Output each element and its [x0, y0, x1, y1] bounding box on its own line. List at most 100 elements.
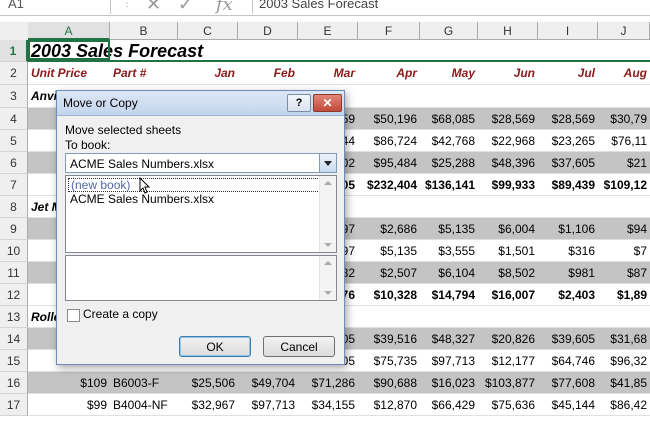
- cell-i10[interactable]: $316: [538, 240, 598, 261]
- row-header-16[interactable]: 16: [0, 372, 28, 394]
- cell-h7[interactable]: $99,933: [478, 174, 538, 195]
- cell-e17[interactable]: $34,155: [298, 394, 358, 415]
- cell-f10[interactable]: $5,135: [358, 240, 420, 261]
- cell-g16[interactable]: $16,023: [420, 372, 478, 393]
- row-header-17[interactable]: 17: [0, 394, 28, 416]
- cell-j14[interactable]: $31,68: [598, 328, 650, 349]
- cell-a2[interactable]: Unit Price: [28, 62, 110, 84]
- column-header-d[interactable]: D: [238, 22, 298, 40]
- cell-g2[interactable]: May: [420, 62, 478, 84]
- row-header-1[interactable]: 1: [0, 40, 28, 62]
- cancel-formula-icon[interactable]: ✕: [146, 0, 161, 15]
- cell-i5[interactable]: $23,265: [538, 130, 598, 151]
- row-header-5[interactable]: 5: [0, 130, 28, 152]
- cell-b17[interactable]: B4004-NF: [110, 394, 178, 415]
- cell-f17[interactable]: $12,870: [358, 394, 420, 415]
- cell-b2[interactable]: Part #: [110, 62, 178, 84]
- cell-f14[interactable]: $39,516: [358, 328, 420, 349]
- cell-f2[interactable]: Apr: [358, 62, 420, 84]
- column-header-g[interactable]: G: [420, 22, 478, 40]
- cell-g6[interactable]: $25,288: [420, 152, 478, 173]
- cell-j6[interactable]: $21: [598, 152, 650, 173]
- fx-icon[interactable]: fx: [216, 0, 233, 15]
- cell-h6[interactable]: $48,396: [478, 152, 538, 173]
- column-header-f[interactable]: F: [358, 22, 420, 40]
- cell-d17[interactable]: $97,713: [238, 394, 298, 415]
- cell-i9[interactable]: $1,106: [538, 218, 598, 239]
- column-header-b[interactable]: B: [110, 22, 178, 40]
- cell-a16[interactable]: $109: [28, 372, 110, 393]
- row-header-8[interactable]: 8: [0, 196, 28, 218]
- cell-h2[interactable]: Jun: [478, 62, 538, 84]
- row-header-2[interactable]: 2: [0, 62, 28, 85]
- close-button[interactable]: ✕: [313, 94, 342, 112]
- cell-h11[interactable]: $8,502: [478, 262, 538, 283]
- list-scrollbar[interactable]: [319, 176, 336, 252]
- cell-h9[interactable]: $6,004: [478, 218, 538, 239]
- cell-j9[interactable]: $94: [598, 218, 650, 239]
- cell-f9[interactable]: $2,686: [358, 218, 420, 239]
- column-header-i[interactable]: I: [538, 22, 598, 40]
- cell-j15[interactable]: $96,32: [598, 350, 650, 371]
- cell-h16[interactable]: $103,877: [478, 372, 538, 393]
- cell-j10[interactable]: $7: [598, 240, 650, 261]
- cell-c17[interactable]: $32,967: [178, 394, 238, 415]
- cell-f6[interactable]: $95,484: [358, 152, 420, 173]
- cell-i16[interactable]: $77,608: [538, 372, 598, 393]
- cell-h10[interactable]: $1,501: [478, 240, 538, 261]
- cell-f7[interactable]: $232,404: [358, 174, 420, 195]
- cell-g17[interactable]: $66,429: [420, 394, 478, 415]
- name-box[interactable]: A1: [0, 0, 111, 14]
- help-button[interactable]: ?: [287, 94, 311, 112]
- cell-j4[interactable]: $30,79: [598, 108, 650, 129]
- enter-formula-icon[interactable]: ✓: [178, 0, 193, 15]
- cell-f11[interactable]: $2,507: [358, 262, 420, 283]
- cell-j2[interactable]: Aug: [598, 62, 650, 84]
- row-header-13[interactable]: 13: [0, 306, 28, 328]
- cell-g14[interactable]: $48,327: [420, 328, 478, 349]
- cell-i11[interactable]: $981: [538, 262, 598, 283]
- cell-i7[interactable]: $89,439: [538, 174, 598, 195]
- select-all-corner[interactable]: [0, 22, 29, 41]
- dialog-titlebar[interactable]: Move or Copy ? ✕: [57, 91, 344, 116]
- cell-f12[interactable]: $10,328: [358, 284, 420, 305]
- before-sheet-list[interactable]: [65, 255, 337, 301]
- chevron-down-icon[interactable]: [319, 154, 336, 172]
- cell-a17[interactable]: $99: [28, 394, 110, 415]
- cell-i6[interactable]: $37,605: [538, 152, 598, 173]
- cell-f16[interactable]: $90,688: [358, 372, 420, 393]
- book-option-acme[interactable]: ACME Sales Numbers.xlsx: [68, 192, 320, 206]
- cell-d2[interactable]: Feb: [238, 62, 298, 84]
- formula-input[interactable]: 2003 Sales Forecast: [252, 0, 650, 14]
- column-header-c[interactable]: C: [178, 22, 238, 40]
- row-header-4[interactable]: 4: [0, 108, 28, 130]
- cell-i15[interactable]: $64,746: [538, 350, 598, 371]
- row-header-10[interactable]: 10: [0, 240, 28, 262]
- cell-j7[interactable]: $109,12: [598, 174, 650, 195]
- cell-d16[interactable]: $49,704: [238, 372, 298, 393]
- book-option-new-book[interactable]: (new book): [68, 178, 320, 192]
- cell-i2[interactable]: Jul: [538, 62, 598, 84]
- cancel-button[interactable]: Cancel: [263, 336, 335, 357]
- cell-h5[interactable]: $22,968: [478, 130, 538, 151]
- cell-g10[interactable]: $3,555: [420, 240, 478, 261]
- cell-g11[interactable]: $6,104: [420, 262, 478, 283]
- row-header-14[interactable]: 14: [0, 328, 28, 350]
- cell-i17[interactable]: $45,144: [538, 394, 598, 415]
- cell-f4[interactable]: $50,196: [358, 108, 420, 129]
- row-header-3[interactable]: 3: [0, 85, 28, 108]
- cell-h15[interactable]: $12,177: [478, 350, 538, 371]
- cell-i14[interactable]: $39,605: [538, 328, 598, 349]
- cell-h14[interactable]: $20,826: [478, 328, 538, 349]
- column-header-j[interactable]: J: [598, 22, 650, 40]
- cell-e2[interactable]: Mar: [298, 62, 358, 84]
- to-book-dropdown[interactable]: ACME Sales Numbers.xlsx: [65, 153, 337, 173]
- row-header-7[interactable]: 7: [0, 174, 28, 196]
- cell-f15[interactable]: $75,735: [358, 350, 420, 371]
- cell-j12[interactable]: $1,89: [598, 284, 650, 305]
- cell-j5[interactable]: $76,11: [598, 130, 650, 151]
- cell-g4[interactable]: $68,085: [420, 108, 478, 129]
- cell-c16[interactable]: $25,506: [178, 372, 238, 393]
- scroll-down-icon[interactable]: [324, 291, 332, 295]
- cell-j16[interactable]: $41,85: [598, 372, 650, 393]
